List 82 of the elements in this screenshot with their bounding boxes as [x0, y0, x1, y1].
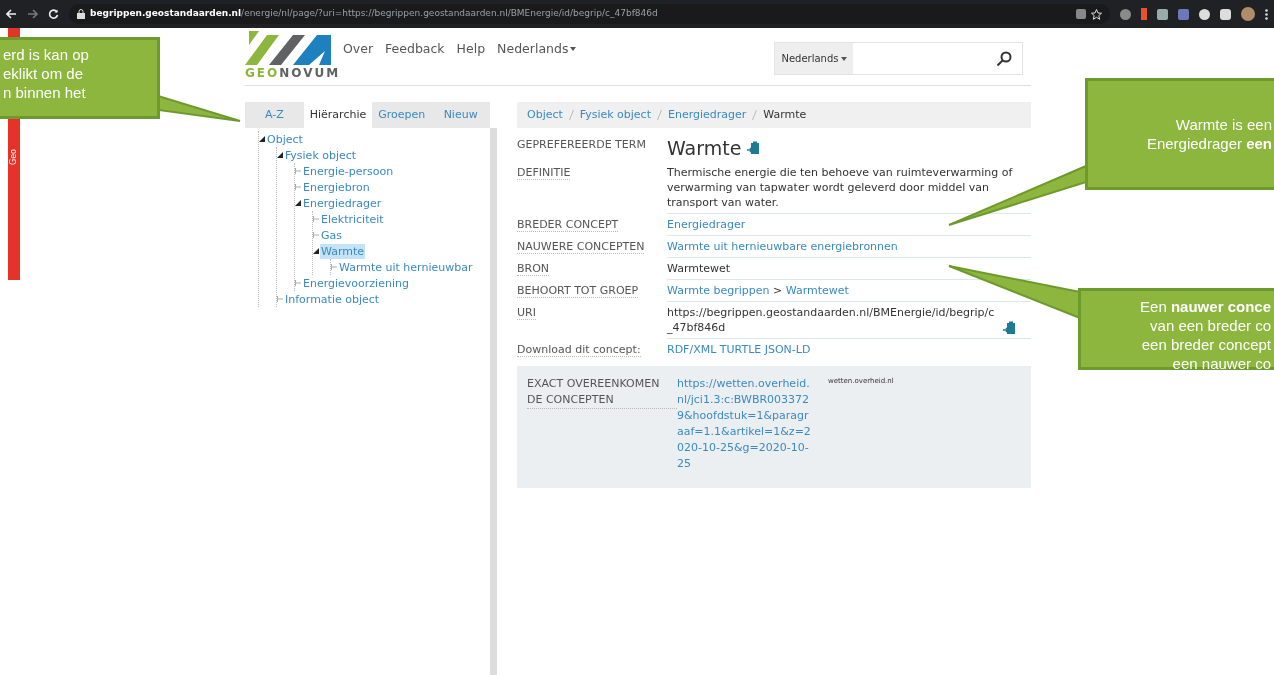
tree-item[interactable]: Elektriciteit — [320, 211, 385, 227]
back-icon[interactable] — [6, 9, 17, 19]
tree-item[interactable]: Informatie object — [284, 291, 381, 307]
callout-text: n binnen het — [3, 83, 86, 102]
expand-triangle-icon[interactable] — [295, 200, 301, 206]
property-link[interactable]: TURTLE — [719, 343, 762, 356]
property-label: BRON — [517, 262, 550, 276]
slash-separator-icon — [657, 110, 662, 120]
property-link[interactable]: Warmtewet — [785, 284, 849, 297]
url-path: /energie/nl/page/?uri=https://begrippen.geostandaarden.nl/BMEnergie/id/begrip/c_47bf846d — [241, 7, 658, 21]
breadcrumb-link[interactable]: Fysiek object — [579, 106, 651, 124]
language-menu[interactable]: Nederlands — [497, 39, 577, 59]
language-dropdown[interactable]: Nederlands — [775, 43, 853, 74]
tree-item[interactable]: Fysiek object — [284, 147, 358, 163]
caret-icon — [570, 47, 577, 52]
tree-item[interactable]: Energie-persoon — [302, 163, 395, 179]
tree-item[interactable]: Object — [266, 131, 304, 147]
property-label: GEPREFEREERDE TERM — [517, 138, 646, 151]
property-label: EXACT OVEREENKOMEN DE CONCEPTEN — [527, 376, 677, 409]
property-link[interactable]: Warmte begrippen — [667, 284, 770, 297]
tree-item[interactable]: Gas — [320, 227, 343, 243]
clipboard-icon[interactable] — [747, 141, 761, 155]
property-value: Warmtewet — [667, 262, 731, 275]
slash-separator-icon — [568, 110, 574, 120]
callout-text: van een breder co — [1150, 316, 1271, 335]
property-value: https://begrippen.geostandaarden.nl/BMEnergie/id/begrip/c_47bf846d — [667, 306, 995, 334]
avatar-icon[interactable] — [1241, 7, 1255, 21]
property-label: BREDER CONCEPT — [517, 218, 619, 232]
forward-icon[interactable] — [27, 9, 38, 19]
callout-text: een nauwer co — [1172, 354, 1271, 373]
property-link[interactable]: RDF/XML — [667, 343, 717, 356]
extension-icon[interactable] — [1157, 8, 1168, 20]
address-bar[interactable]: begrippen.geostandaarden.nl/energie/nl/page/?uri=https://begrippen.geostandaarden.nl/BMEnergie/id/begrip/c_47bf846d — [69, 4, 1110, 24]
search-icon[interactable] — [996, 50, 1012, 67]
caret-icon — [840, 57, 847, 61]
callout-text: Warmte is een — [1175, 115, 1272, 134]
property-label: BEHOORT TOT GROEP — [517, 284, 639, 298]
nav-link[interactable]: Feedback — [385, 39, 445, 59]
slash-separator-icon — [752, 110, 758, 120]
expand-triangle-icon[interactable] — [259, 136, 265, 142]
breadcrumb-current: Warmte — [763, 106, 807, 123]
property-link[interactable]: Warmte uit hernieuwbare energiebronnen — [667, 240, 898, 253]
expand-triangle-icon[interactable] — [277, 152, 283, 158]
menu-icon[interactable] — [1265, 8, 1268, 20]
clipboard-icon[interactable] — [1003, 321, 1016, 335]
tab[interactable]: Nieuw — [431, 102, 490, 128]
tree-item[interactable]: Energievoorziening — [302, 275, 410, 291]
tab[interactable]: A-Z — [245, 102, 304, 128]
property-label: URI — [517, 306, 536, 320]
breadcrumb-link[interactable]: Object — [527, 106, 563, 124]
property-label: DEFINITIE — [517, 166, 571, 180]
scrollbar[interactable] — [490, 128, 497, 675]
term-title: Warmte — [667, 137, 742, 159]
property-link[interactable]: JSON-LD — [764, 343, 811, 356]
url-host: begrippen.geostandaarden.nl — [90, 7, 242, 21]
nav-link[interactable]: Help — [456, 39, 486, 59]
expand-triangle-icon[interactable] — [313, 248, 319, 254]
callout-text: Energiedrager een — [1146, 134, 1272, 153]
reload-icon[interactable] — [48, 8, 59, 20]
property-link[interactable]: Energiedrager — [667, 218, 746, 231]
callout-text: een breder concept — [1141, 335, 1271, 354]
star-icon[interactable] — [1091, 8, 1102, 20]
extension-icon[interactable] — [1199, 8, 1210, 20]
tree-item[interactable]: Warmte — [320, 243, 366, 259]
tree-item[interactable]: Energiebron — [302, 179, 371, 195]
tab[interactable]: Hiërarchie — [303, 102, 373, 128]
nav-link[interactable]: Over — [343, 39, 374, 59]
property-value: Thermische energie die ten behoeve van ruimteverwarming of verwarming van tapwater wordt geleverd door middel van transport van water. — [667, 166, 1013, 209]
exact-match-link[interactable]: https://wetten.overheid.nl/jci1.3:c:BWBR0033729&hoofdstuk=1&paragraaf=1.1&artikel=1&z=2020-10-25&g=2020-10-25 — [677, 376, 812, 472]
callout-text: erd is kan op — [3, 45, 89, 64]
lock-icon — [77, 9, 85, 19]
tree-item[interactable]: Energiedrager — [302, 195, 383, 211]
property-value: > — [773, 284, 783, 297]
tab[interactable]: Groepen — [372, 102, 432, 128]
property-label: NAUWERE CONCEPTEN — [517, 240, 645, 254]
strip-label: Geo — [10, 149, 18, 165]
tree-item[interactable]: Warmte uit hernieuwbar — [338, 259, 474, 275]
logo-text: GEO — [245, 66, 280, 80]
property-label: Download dit concept: — [517, 343, 641, 357]
breadcrumb-link[interactable]: Energiedrager — [668, 106, 747, 124]
callout-text: eklikt om de — [3, 64, 84, 83]
callout-text: Een nauwer conce — [1140, 297, 1271, 316]
